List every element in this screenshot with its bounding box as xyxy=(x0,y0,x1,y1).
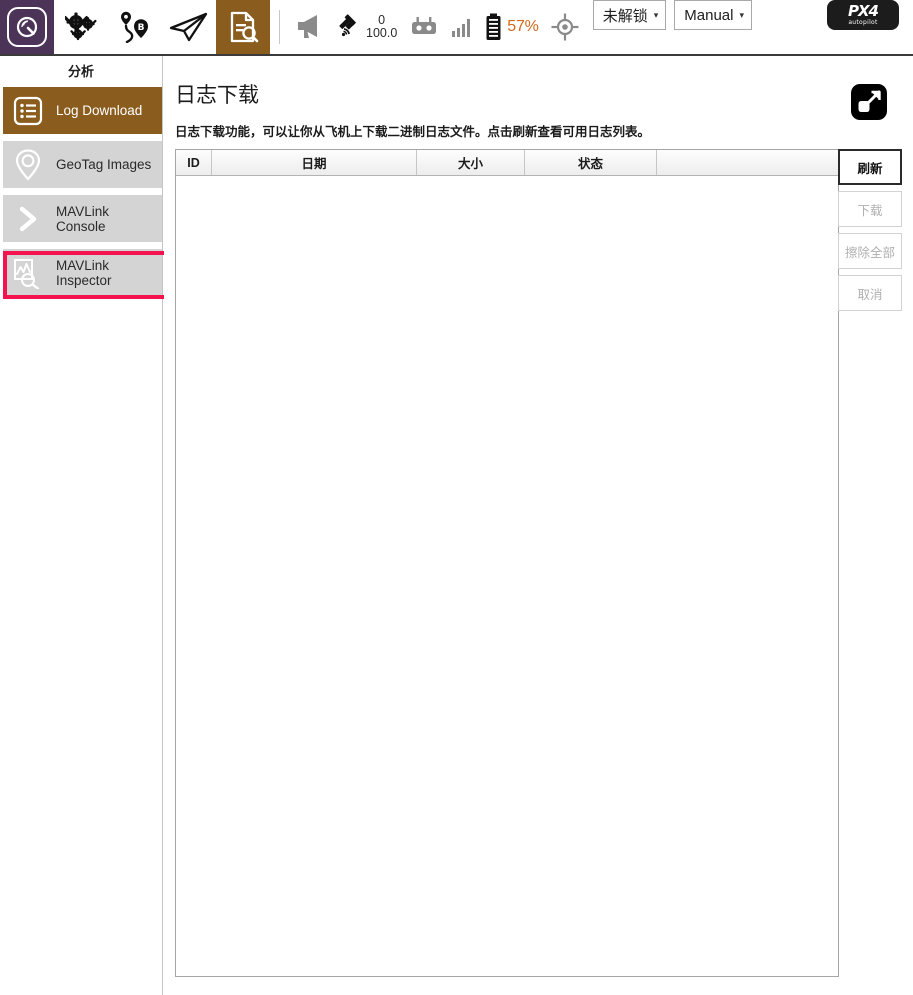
rc-controller-icon xyxy=(412,17,437,34)
log-action-buttons: 刷新 下载 擦除全部 取消 xyxy=(838,149,902,317)
status-rc[interactable] xyxy=(409,0,439,54)
toolbar-divider xyxy=(279,10,280,44)
open-in-new-window-icon[interactable] xyxy=(851,84,887,120)
refresh-button[interactable]: 刷新 xyxy=(838,149,902,185)
flight-mode-label: Manual xyxy=(684,6,734,24)
gears-icon xyxy=(65,12,97,41)
arm-state-label: 未解锁 xyxy=(602,7,648,25)
toolbar-tab-fly[interactable] xyxy=(162,0,216,54)
table-column-header-status[interactable]: 状态 xyxy=(525,150,657,175)
paper-plane-icon xyxy=(169,12,208,42)
px4-autopilot-logo: PX4 autopilot xyxy=(827,0,899,30)
battery-icon xyxy=(486,13,501,40)
status-messages[interactable] xyxy=(295,0,325,54)
qgroundcontrol-logo-button[interactable] xyxy=(0,0,54,54)
satellite-icon xyxy=(339,14,356,37)
arm-state-dropdown[interactable]: 未解锁 ▾ xyxy=(592,0,667,30)
status-gps-lock[interactable] xyxy=(551,0,579,54)
toolbar-tab-analyze[interactable] xyxy=(216,0,270,54)
sidebar-item-mavlink-console[interactable]: MAVLink Console xyxy=(3,195,162,242)
megaphone-icon xyxy=(298,15,317,38)
sidebar-item-label: MAVLink Console xyxy=(56,203,110,234)
status-gps[interactable]: 0 100.0 xyxy=(337,0,397,54)
px4-logo-primary: PX4 xyxy=(848,2,879,20)
crosshair-target-icon xyxy=(551,13,579,41)
signal-bars-icon xyxy=(452,19,471,37)
toolbar-tab-settings[interactable] xyxy=(54,0,108,54)
qgroundcontrol-logo-icon xyxy=(7,7,47,47)
list-lines-icon xyxy=(11,94,45,128)
table-column-header-size[interactable]: 大小 xyxy=(417,150,525,175)
analyze-sidebar: 分析 Log Download GeoTag Images MAVLink Co… xyxy=(0,56,171,995)
chevron-down-icon: ▾ xyxy=(739,9,744,20)
sidebar-title: 分析 xyxy=(67,64,94,79)
sidebar-item-label: GeoTag Images xyxy=(56,157,152,172)
erase-all-button[interactable]: 擦除全部 xyxy=(838,233,902,269)
page-title: 日志下载 xyxy=(175,84,259,107)
svg-text:B: B xyxy=(138,23,145,33)
sidebar-item-mavlink-inspector[interactable]: MAVLink Inspector xyxy=(3,249,162,296)
download-button[interactable]: 下载 xyxy=(838,191,902,227)
battery-percent-label: 57% xyxy=(507,18,539,35)
map-pin-icon xyxy=(11,148,45,182)
sidebar-item-label: MAVLink Inspector xyxy=(56,257,112,288)
status-battery[interactable]: 57% xyxy=(485,0,539,54)
document-search-icon xyxy=(230,11,259,43)
route-waypoints-icon: B xyxy=(121,11,148,43)
sidebar-item-label: Log Download xyxy=(56,103,143,118)
waveform-search-icon xyxy=(11,256,45,290)
main-toolbar: B 0 100.0 57% 未解锁 ▾ Manual ▾ PX4 autopil… xyxy=(0,0,913,56)
status-telemetry-signal[interactable] xyxy=(451,0,473,54)
table-column-header-spacer xyxy=(657,150,838,175)
log-file-table: ID 日期 大小 状态 xyxy=(175,149,839,977)
chevron-down-icon: ▾ xyxy=(653,9,659,20)
table-column-header-id[interactable]: ID xyxy=(176,150,212,175)
table-header-row: ID 日期 大小 状态 xyxy=(176,150,838,176)
gps-hdop-value: 100.0 xyxy=(366,26,398,40)
flight-mode-dropdown[interactable]: Manual ▾ xyxy=(674,0,752,30)
table-body-empty[interactable] xyxy=(176,176,838,976)
toolbar-tab-plan[interactable]: B xyxy=(108,0,162,54)
page-description: 日志下载功能，可以让你从飞机上下载二进制日志文件。点击刷新查看可用日志列表。 xyxy=(175,125,651,139)
px4-logo-secondary: autopilot xyxy=(848,19,878,26)
cancel-button[interactable]: 取消 xyxy=(838,275,902,311)
chevron-right-icon xyxy=(11,202,45,236)
log-download-page: 日志下载 日志下载功能，可以让你从飞机上下载二进制日志文件。点击刷新查看可用日志… xyxy=(164,56,913,995)
sidebar-item-geotag-images[interactable]: GeoTag Images xyxy=(3,141,162,188)
table-column-header-date[interactable]: 日期 xyxy=(212,150,417,175)
sidebar-item-log-download[interactable]: Log Download xyxy=(3,87,162,134)
